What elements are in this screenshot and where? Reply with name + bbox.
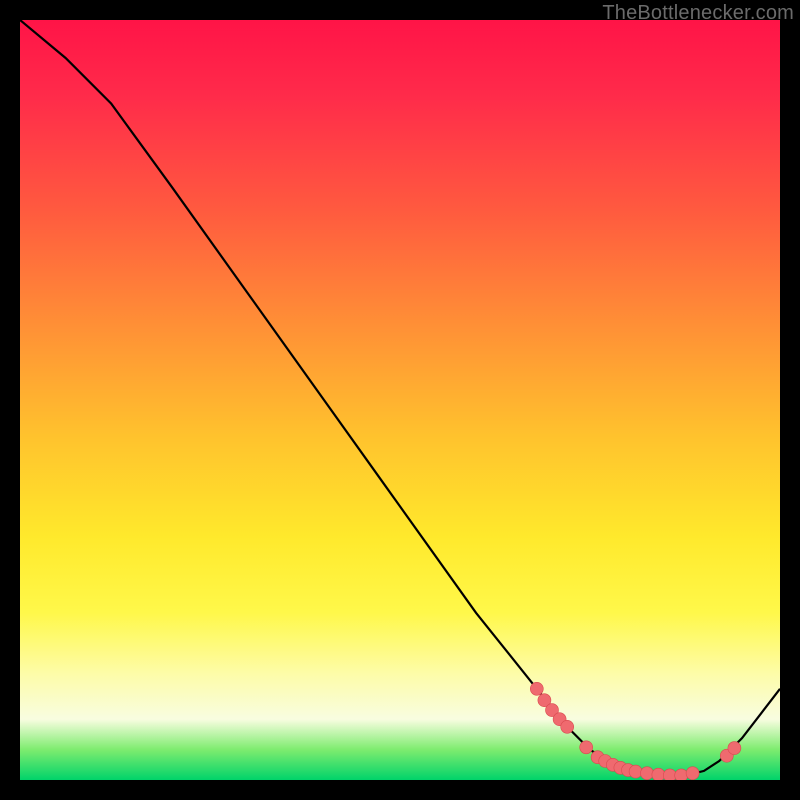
data-marker	[561, 720, 574, 733]
plot-area	[20, 20, 780, 780]
data-marker	[728, 742, 741, 755]
data-marker	[641, 767, 654, 780]
data-marker	[530, 682, 543, 695]
data-marker	[686, 767, 699, 780]
watermark-text: TheBottlenecker.com	[602, 2, 794, 25]
data-marker	[580, 741, 593, 754]
data-markers	[530, 682, 741, 780]
bottleneck-curve	[20, 20, 780, 775]
chart-svg	[20, 20, 780, 780]
data-marker	[629, 765, 642, 778]
data-marker	[663, 769, 676, 780]
chart-frame: TheBottlenecker.com	[0, 0, 800, 800]
data-marker	[675, 769, 688, 780]
data-marker	[652, 768, 665, 780]
